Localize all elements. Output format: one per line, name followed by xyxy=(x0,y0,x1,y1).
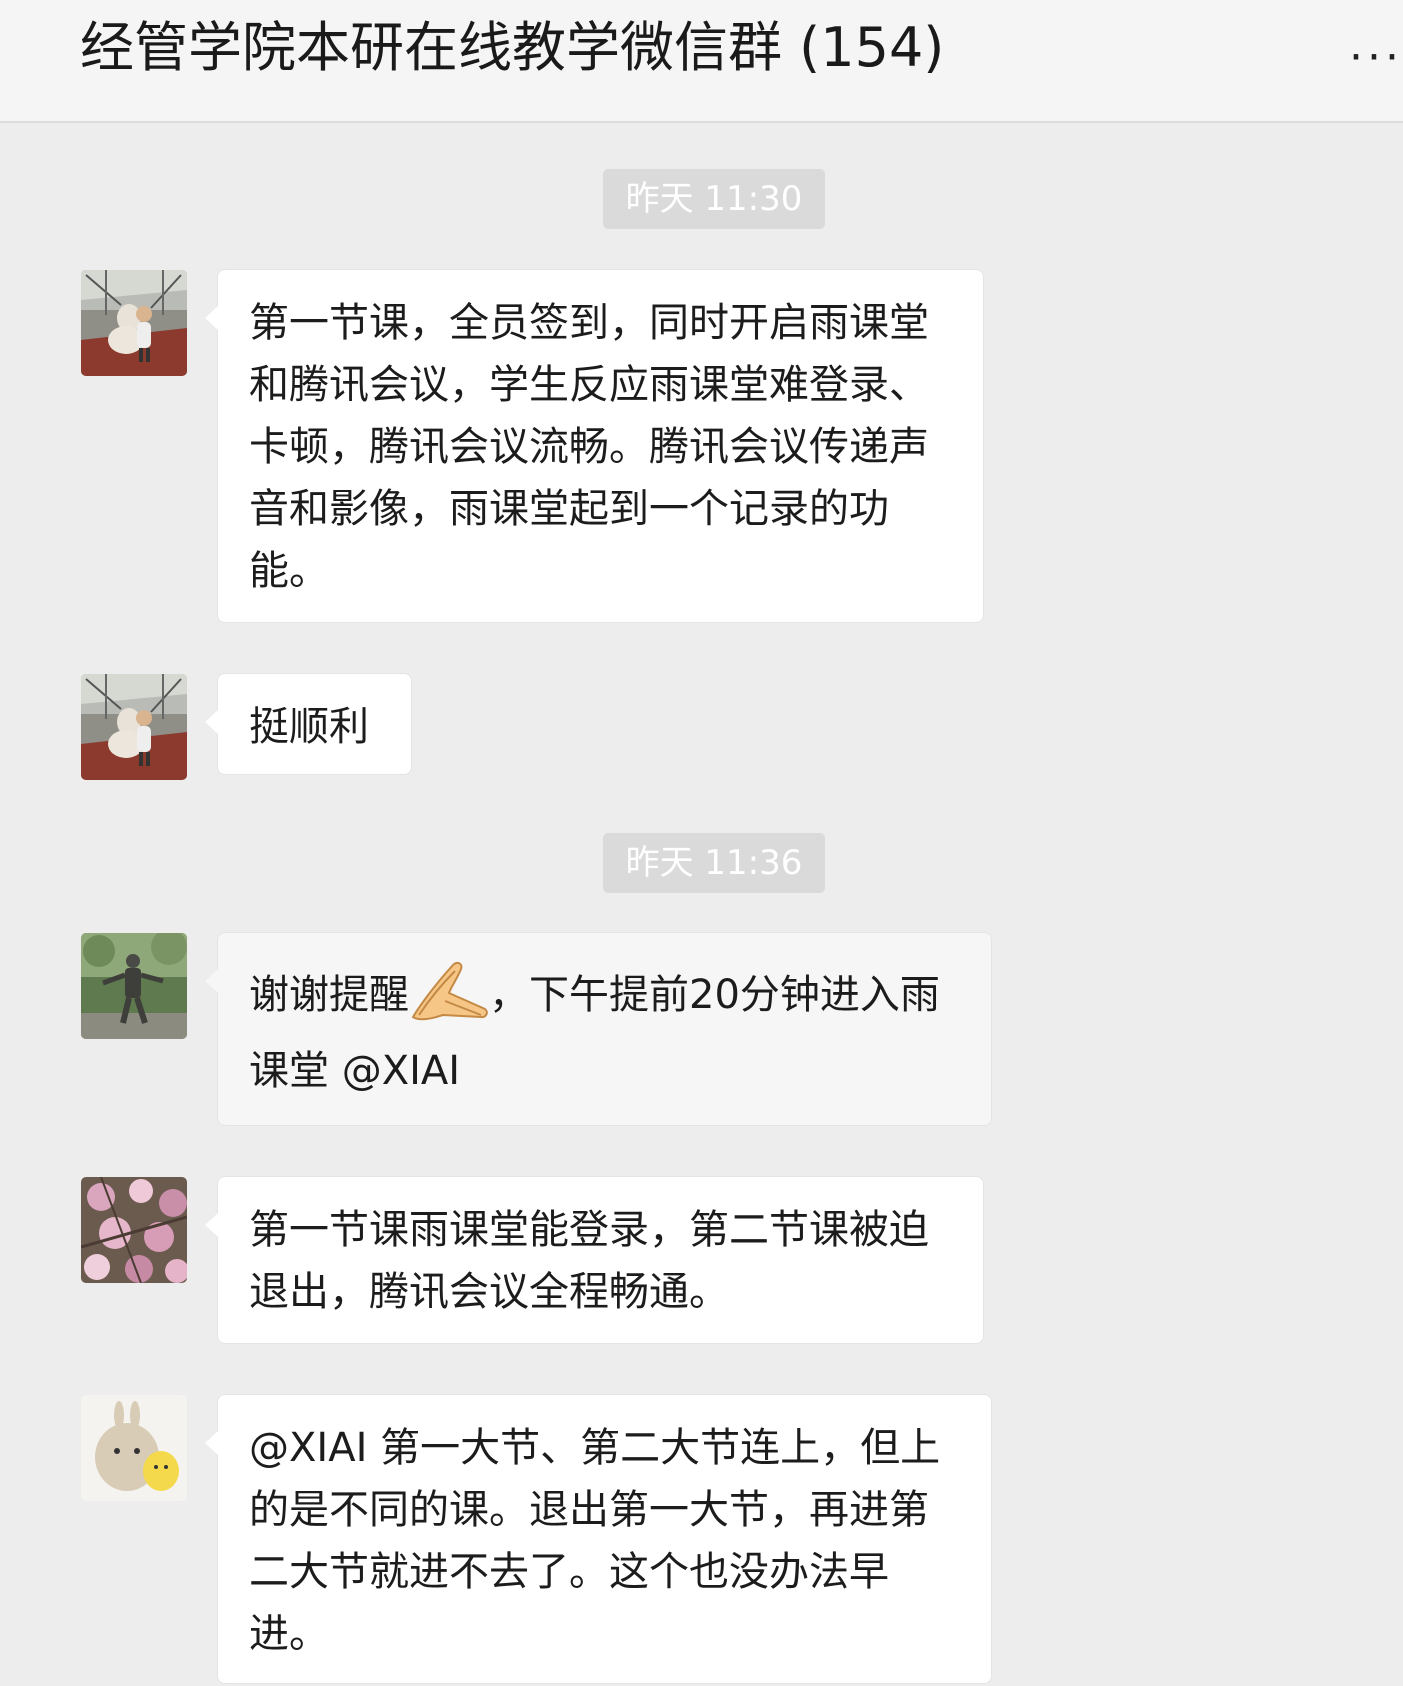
more-options-button[interactable]: ··· xyxy=(1331,28,1403,88)
chat-title: 经管学院本研在线教学微信群 (154) xyxy=(80,16,945,79)
message-bubble[interactable]: @XIAI 第一大节、第二大节连上，但上的是不同的课。退出第一大节，再进第二大节… xyxy=(205,1395,991,1683)
avatar[interactable] xyxy=(81,674,187,780)
avatar[interactable] xyxy=(81,270,187,376)
message-bubble[interactable]: 谢谢提醒 ，下午提前20分钟进入雨课堂 @XIAI xyxy=(205,933,991,1125)
avatar[interactable] xyxy=(81,1177,187,1283)
avatar[interactable] xyxy=(81,1395,187,1501)
message-bubble[interactable]: 挺顺利 xyxy=(205,674,411,774)
message-text: 谢谢提醒 xyxy=(249,972,409,1018)
avatar[interactable] xyxy=(81,933,187,1039)
timestamp: 昨天 11:36 xyxy=(603,833,825,893)
folded-hands-emoji-icon xyxy=(409,957,489,1023)
message-bubble[interactable]: 第一节课雨课堂能登录，第二节课被迫退出，腾讯会议全程畅通。 xyxy=(205,1177,983,1343)
timestamp: 昨天 11:30 xyxy=(603,169,825,229)
message-bubble[interactable]: 第一节课，全员签到，同时开启雨课堂和腾讯会议，学生反应雨课堂难登录、卡顿，腾讯会… xyxy=(205,270,983,622)
chat-header: 经管学院本研在线教学微信群 (154) ··· xyxy=(0,0,1403,123)
